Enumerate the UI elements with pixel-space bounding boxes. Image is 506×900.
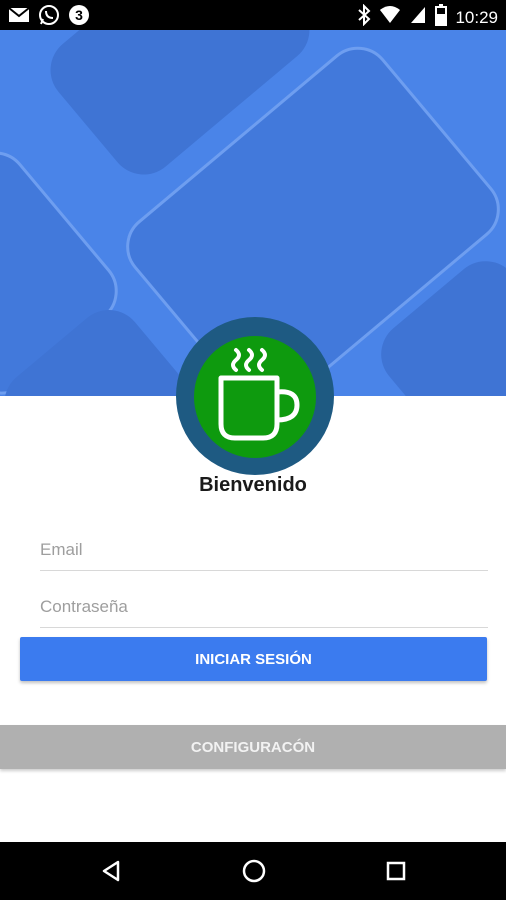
bluetooth-icon bbox=[357, 3, 371, 31]
password-field-container bbox=[40, 587, 488, 628]
email-field-container bbox=[40, 530, 488, 571]
login-button[interactable]: INICIAR SESIÓN bbox=[20, 637, 487, 681]
gmail-icon bbox=[8, 5, 30, 30]
recents-icon[interactable] bbox=[381, 856, 411, 886]
home-icon[interactable] bbox=[239, 856, 269, 886]
status-bar: 3 10:29 bbox=[0, 0, 506, 30]
email-field[interactable] bbox=[40, 530, 488, 570]
battery-icon bbox=[435, 4, 448, 31]
config-button[interactable]: CONFIGURACÓN bbox=[0, 725, 506, 769]
coffee-cup-icon bbox=[194, 348, 316, 462]
welcome-title: Bienvenido bbox=[199, 474, 307, 496]
whatsapp-icon bbox=[38, 4, 60, 31]
password-field[interactable] bbox=[40, 587, 488, 627]
status-time: 10:29 bbox=[455, 7, 498, 27]
notification-badge-icon: 3 bbox=[68, 4, 90, 31]
signal-icon bbox=[409, 5, 427, 30]
navigation-bar bbox=[0, 842, 506, 900]
back-icon[interactable] bbox=[96, 856, 126, 886]
logo-badge bbox=[194, 336, 316, 458]
wifi-icon bbox=[379, 5, 401, 30]
svg-text:3: 3 bbox=[75, 7, 83, 23]
